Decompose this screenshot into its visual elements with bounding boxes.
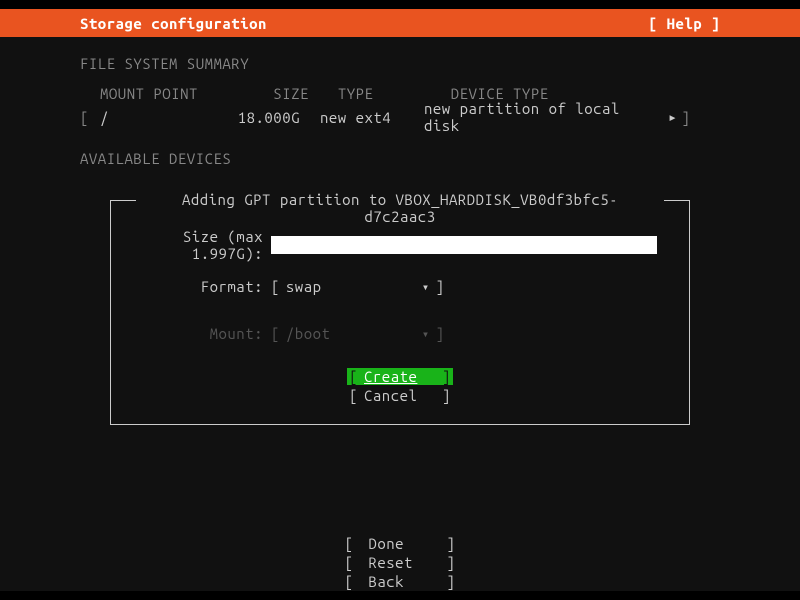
size-input[interactable] [271,236,657,254]
done-button[interactable]: [ Done] [343,535,458,552]
back-button[interactable]: [ Back] [343,573,458,590]
size-row: Size (max 1.997G): [111,228,689,262]
mount-label: Mount: [111,325,271,342]
available-heading: AVAILABLE DEVICES [80,150,231,167]
row-mount: / [100,109,220,126]
footer-buttons: [ Done] [ Reset] [ Back] [0,535,800,590]
row-open: [ [80,109,100,126]
reset-button[interactable]: [ Reset] [343,554,458,571]
help-button[interactable]: [ Help ] [649,15,720,32]
row-size: 18.000G [220,109,300,126]
add-partition-dialog: Adding GPT partition to VBOX_HARDDISK_VB… [110,200,690,425]
chevron-right-icon: ▸ [668,108,678,126]
mount-row: Mount: [ /boot ▾ ] [111,325,689,342]
dialog-title: Adding GPT partition to VBOX_HARDDISK_VB… [141,191,659,225]
chevron-down-icon: ▾ [422,280,430,294]
mount-select: [ /boot ▾ ] [271,325,445,342]
format-row: Format: [ swap ▾ ] [111,278,689,295]
create-button[interactable]: [Create] [347,368,453,385]
row-type: new ext4 [320,109,410,126]
chevron-down-icon: ▾ [422,327,430,341]
page-title: Storage configuration [80,15,267,32]
mount-value: /boot [286,325,418,342]
row-devtype: new partition of local disk [424,100,664,134]
cancel-button[interactable]: [Cancel] [347,387,453,404]
format-label: Format: [111,278,271,295]
row-close: ] [682,109,691,126]
format-select[interactable]: [ swap ▾ ] [271,278,445,295]
header-bar: Storage configuration [ Help ] [0,9,800,37]
fs-summary-heading: FILE SYSTEM SUMMARY [80,55,249,72]
fs-row[interactable]: [ / 18.000G new ext4 new partition of lo… [80,100,690,134]
size-label: Size (max 1.997G): [111,228,271,262]
format-value: swap [286,278,418,295]
